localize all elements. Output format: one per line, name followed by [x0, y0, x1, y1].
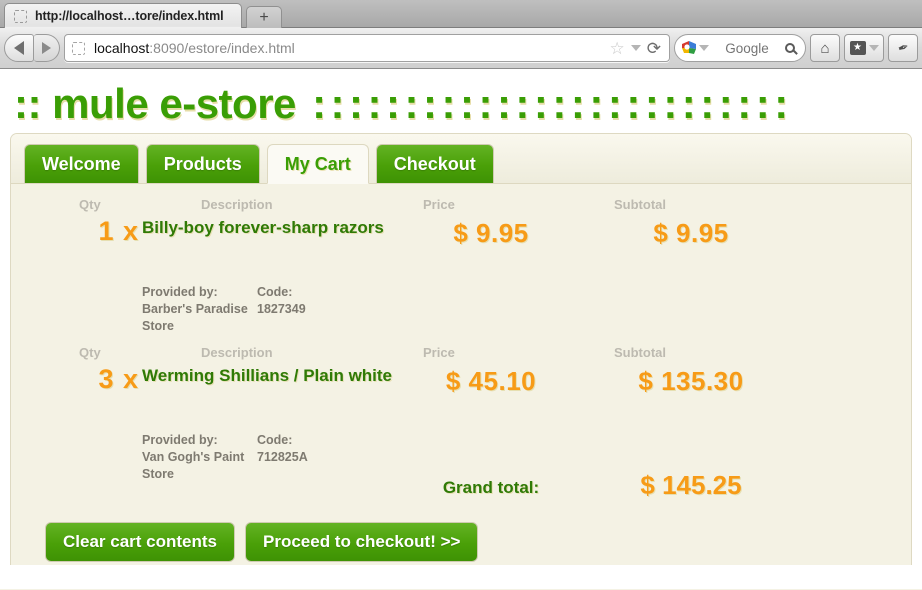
table-row: Qty Description Price Subtotal 1 x Billy…: [11, 192, 911, 340]
tab-welcome[interactable]: Welcome: [24, 144, 139, 183]
address-bar[interactable]: localhost:8090/estore/index.html ☆ ⟳: [64, 34, 670, 62]
provider-name: Barber's Paradise Store: [142, 301, 257, 335]
forward-arrow-icon: [42, 42, 51, 54]
bookmarks-button[interactable]: ★: [844, 34, 884, 62]
favicon-placeholder-icon: [14, 10, 27, 23]
grand-total-row: Grand total: $ 145.25: [11, 470, 911, 516]
forward-button[interactable]: [34, 34, 60, 62]
cart-item-code: Code: 1827349: [257, 284, 387, 335]
tab-products[interactable]: Products: [146, 144, 260, 183]
browser-toolbar: localhost:8090/estore/index.html ☆ ⟳ Goo…: [0, 28, 922, 69]
back-button[interactable]: [4, 34, 34, 62]
overflow-button[interactable]: ✒: [888, 34, 918, 62]
bookmark-star-icon[interactable]: ☆: [610, 40, 625, 57]
cart-item-subtotal: $ 9.95: [601, 218, 781, 249]
cart-item-subtotal: $ 135.30: [601, 366, 781, 397]
cart-item-provider: Provided by: Barber's Paradise Store: [142, 284, 257, 335]
table-row: Qty Description Price Subtotal 3 x Wermi…: [11, 340, 911, 470]
column-header-description: Description: [201, 197, 273, 212]
grand-total-value: $ 145.25: [601, 470, 781, 501]
clear-cart-button[interactable]: Clear cart contents: [45, 522, 235, 562]
search-engine-label: Google: [709, 41, 785, 56]
search-engine-chevron-icon[interactable]: [699, 45, 709, 51]
url-host: localhost: [94, 40, 149, 56]
cart-actions: Clear cart contents Proceed to checkout!…: [11, 516, 911, 562]
bookmark-icon: ★: [850, 41, 866, 55]
content-panel: Welcome Products My Cart Checkout Qty De…: [10, 133, 912, 565]
code-value: 712825A: [257, 449, 387, 466]
code-value: 1827349: [257, 301, 387, 318]
column-header-subtotal: Subtotal: [614, 197, 666, 212]
page-title: mule e-store: [52, 80, 296, 127]
cart-item-meta: Provided by: Barber's Paradise Store Cod…: [142, 284, 387, 335]
bookmarks-chevron-icon: [869, 45, 879, 51]
site-brand-prefix: ::: [14, 80, 52, 127]
column-header-description: Description: [201, 345, 273, 360]
cart-item-description: Werming Shillians / Plain white: [142, 366, 407, 387]
nav-buttons: [4, 34, 60, 62]
browser-tab-title: http://localhost…tore/index.html: [35, 9, 223, 23]
column-header-subtotal: Subtotal: [614, 345, 666, 360]
home-button[interactable]: ⌂: [810, 34, 840, 62]
site-identity-icon: [72, 42, 85, 55]
site-tab-bar: Welcome Products My Cart Checkout: [11, 134, 911, 184]
cart-item-description: Billy-boy forever-sharp razors: [142, 218, 407, 239]
browser-tab[interactable]: http://localhost…tore/index.html: [4, 3, 242, 28]
brand-dots-decoration: ::::::::::::::::::::::::::: [296, 80, 793, 127]
provider-label: Provided by:: [142, 284, 257, 301]
search-box[interactable]: Google: [674, 34, 806, 62]
web-page: :: mule e-store ::::::::::::::::::::::::…: [0, 69, 922, 589]
search-icon[interactable]: [785, 43, 795, 53]
column-header-price: Price: [423, 345, 455, 360]
clip-icon: ✒: [895, 39, 911, 58]
back-arrow-icon: [14, 41, 24, 55]
chevron-down-icon[interactable]: [631, 45, 641, 51]
code-label: Code:: [257, 432, 387, 449]
url-text: localhost:8090/estore/index.html: [94, 40, 610, 56]
column-header-qty: Qty: [79, 197, 101, 212]
google-logo-icon: [681, 40, 697, 56]
site-header: :: mule e-store ::::::::::::::::::::::::…: [0, 69, 922, 133]
reload-icon[interactable]: ⟳: [647, 40, 661, 57]
browser-tab-strip: http://localhost…tore/index.html +: [0, 0, 922, 28]
browser-window: http://localhost…tore/index.html + local…: [0, 0, 922, 590]
cart-item-qty: 1 x: [51, 216, 139, 247]
url-path: :8090/estore/index.html: [149, 40, 295, 56]
grand-total-label: Grand total:: [416, 478, 566, 498]
new-tab-button[interactable]: +: [246, 6, 282, 28]
home-icon: ⌂: [820, 41, 829, 56]
provider-label: Provided by:: [142, 432, 257, 449]
cart-table: Qty Description Price Subtotal 1 x Billy…: [11, 184, 911, 562]
cart-item-price: $ 9.95: [416, 218, 566, 249]
address-bar-icons: ☆ ⟳: [610, 40, 666, 57]
tab-checkout[interactable]: Checkout: [376, 144, 494, 183]
cart-item-price: $ 45.10: [416, 366, 566, 397]
column-header-price: Price: [423, 197, 455, 212]
tab-my-cart[interactable]: My Cart: [267, 144, 369, 184]
column-header-qty: Qty: [79, 345, 101, 360]
code-label: Code:: [257, 284, 387, 301]
proceed-to-checkout-button[interactable]: Proceed to checkout! >>: [245, 522, 478, 562]
cart-item-qty: 3 x: [51, 364, 139, 395]
